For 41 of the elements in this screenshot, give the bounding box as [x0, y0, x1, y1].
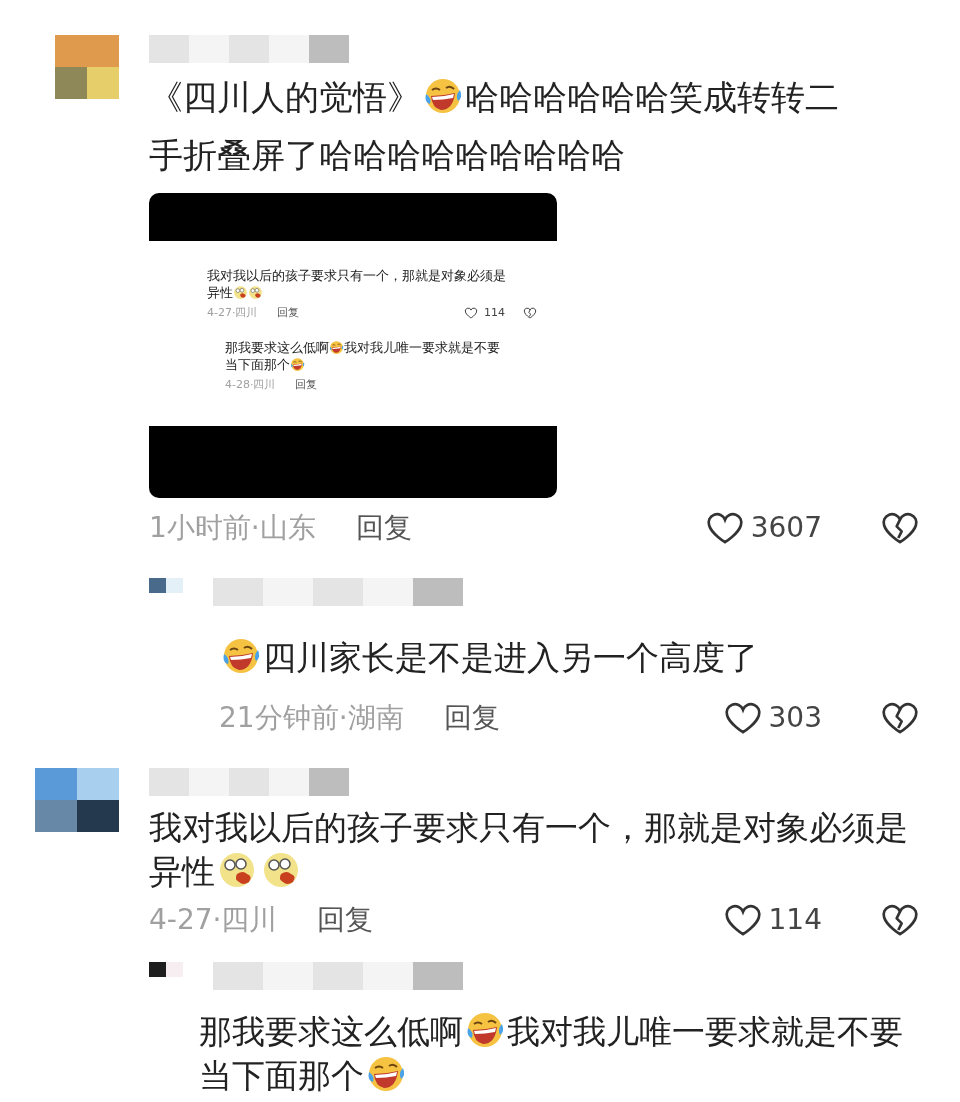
comment-text: 我对我以后的孩子要求只有一个，那就是对象必须是 [149, 808, 908, 847]
comment-text: 异性 [149, 852, 215, 891]
heart-icon[interactable] [464, 306, 478, 320]
comment-time-location: 1小时前·山东 [149, 510, 316, 546]
laughing-emoji-icon [465, 1010, 505, 1050]
comment-text: 我对我儿唯一要求就是不要 [344, 340, 500, 355]
laughing-emoji-icon [290, 357, 305, 372]
reply-link[interactable]: 回复 [443, 698, 500, 738]
shocked-emoji-icon [261, 850, 301, 890]
comment-time-location: 4-28·四川 [225, 377, 276, 393]
comment-text: 那我要求这么低啊 [199, 1012, 463, 1051]
laughing-emoji-icon [366, 1054, 406, 1094]
laughing-emoji-icon [221, 636, 261, 676]
like-count: 114 [484, 305, 505, 321]
laughing-emoji-icon [329, 340, 344, 355]
reply-link[interactable]: 回复 [355, 508, 412, 548]
comment-text: 当下面那个 [199, 1056, 364, 1095]
comment-text: 我对我以后的孩子要求只有一个，那就是对象必须是 [207, 268, 506, 283]
like-count: 303 [768, 700, 822, 736]
reply-link[interactable]: 回复 [277, 305, 300, 321]
comment-time-location: 4-27·四川 [149, 902, 278, 938]
shocked-emoji-icon [217, 850, 257, 890]
comment-text: 当下面那个 [225, 357, 290, 372]
like-count: 114 [768, 902, 822, 938]
comment-text: 哈哈哈哈哈哈笑成转转二 [465, 77, 839, 117]
laughing-emoji-icon [423, 76, 463, 116]
pixelated-avatar[interactable] [35, 768, 119, 832]
comment-text: 手折叠屏了哈哈哈哈哈哈哈哈哈 [149, 135, 625, 175]
comment-text: 异性 [207, 285, 233, 300]
comment-text: 四川家长是不是进入另一个高度了 [263, 638, 758, 677]
shocked-emoji-icon [248, 285, 263, 300]
like-count: 3607 [750, 510, 822, 546]
comment-text: 我对我儿唯一要求就是不要 [507, 1012, 903, 1051]
comment-text: 《四川人的觉悟》 [149, 77, 421, 117]
reply-link[interactable]: 回复 [295, 377, 318, 393]
comment-time-location: 4-27·四川 [207, 305, 258, 321]
comment-time-location: 21分钟前·湖南 [219, 700, 404, 736]
reply-link[interactable]: 回复 [317, 900, 374, 940]
shocked-emoji-icon [233, 285, 248, 300]
comment-text: 那我要求这么低啊 [225, 340, 329, 355]
broken-heart-icon[interactable] [523, 306, 537, 320]
